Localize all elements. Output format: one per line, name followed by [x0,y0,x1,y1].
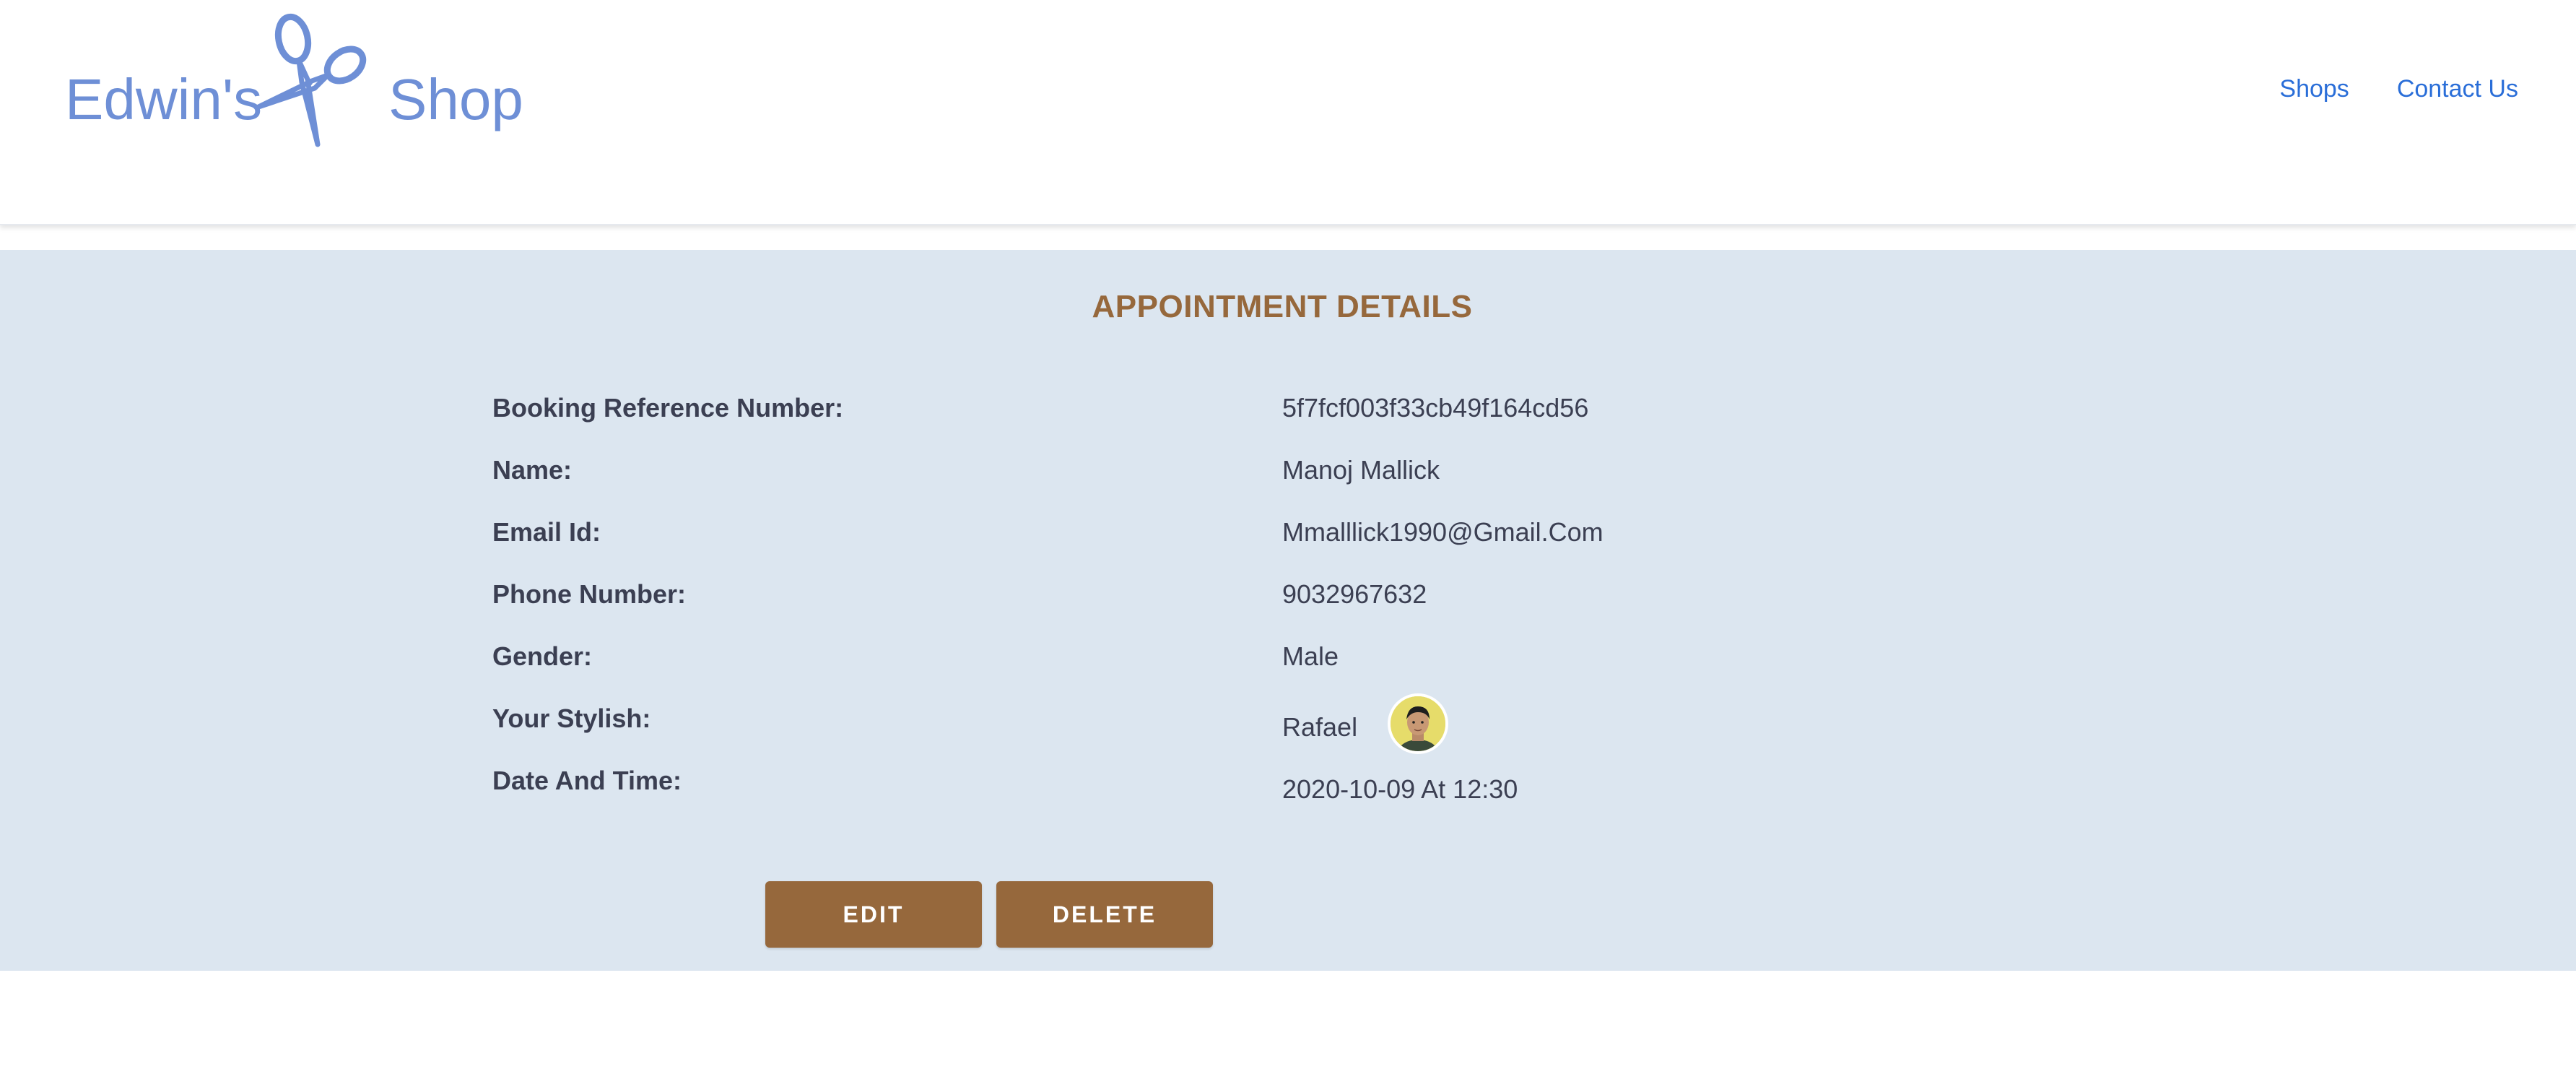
top-nav: Shops Contact Us [2279,75,2518,103]
detail-label: Email Id: [492,517,601,547]
detail-value: Manoj Mallick [1282,455,1440,485]
detail-row-gender: Gender: Male [492,641,1720,685]
nav-link-shops[interactable]: Shops [2279,75,2349,103]
stylist-avatar [1388,693,1448,754]
detail-value: 5f7fcf003f33cb49f164cd56 [1282,393,1589,423]
detail-row-booking-ref: Booking Reference Number: 5f7fcf003f33cb… [492,393,1720,436]
detail-label: Name: [492,455,573,485]
detail-label: Your Stylish: [492,704,651,733]
edit-button[interactable]: EDIT [765,881,982,948]
logo[interactable]: Edwin's Shop [65,7,527,152]
nav-link-contact-us[interactable]: Contact Us [2397,75,2518,103]
scissors-icon [256,13,367,147]
detail-label: Date And Time: [492,766,682,795]
detail-value: Rafael [1282,712,1358,742]
detail-value: Mmalllick1990@Gmail.Com [1282,517,1604,547]
detail-value: Male [1282,641,1339,671]
delete-button[interactable]: DELETE [996,881,1213,948]
logo-text-right: Shop [388,67,523,131]
detail-label: Gender: [492,641,593,671]
detail-row-name: Name: Manoj Mallick [492,455,1720,498]
stylist-photo [1391,696,1445,751]
detail-row-stylist: Your Stylish: Rafael [492,693,1720,754]
logo-text-left: Edwin's [65,67,263,131]
detail-value: 2020-10-09 At 12:30 [1282,774,1518,804]
page-title: APPOINTMENT DETAILS [1092,289,1473,324]
detail-row-datetime: Date And Time: 2020-10-09 At 12:30 [492,766,1720,809]
detail-label: Phone Number: [492,579,687,609]
appointment-panel: APPOINTMENT DETAILS Booking Reference Nu… [0,250,2576,971]
detail-row-email: Email Id: Mmalllick1990@Gmail.Com [492,517,1720,561]
site-header: Edwin's Shop Shops Contact Us [0,0,2576,225]
detail-row-phone: Phone Number: 9032967632 [492,579,1720,623]
detail-label: Booking Reference Number: [492,393,844,423]
detail-value: 9032967632 [1282,579,1427,609]
